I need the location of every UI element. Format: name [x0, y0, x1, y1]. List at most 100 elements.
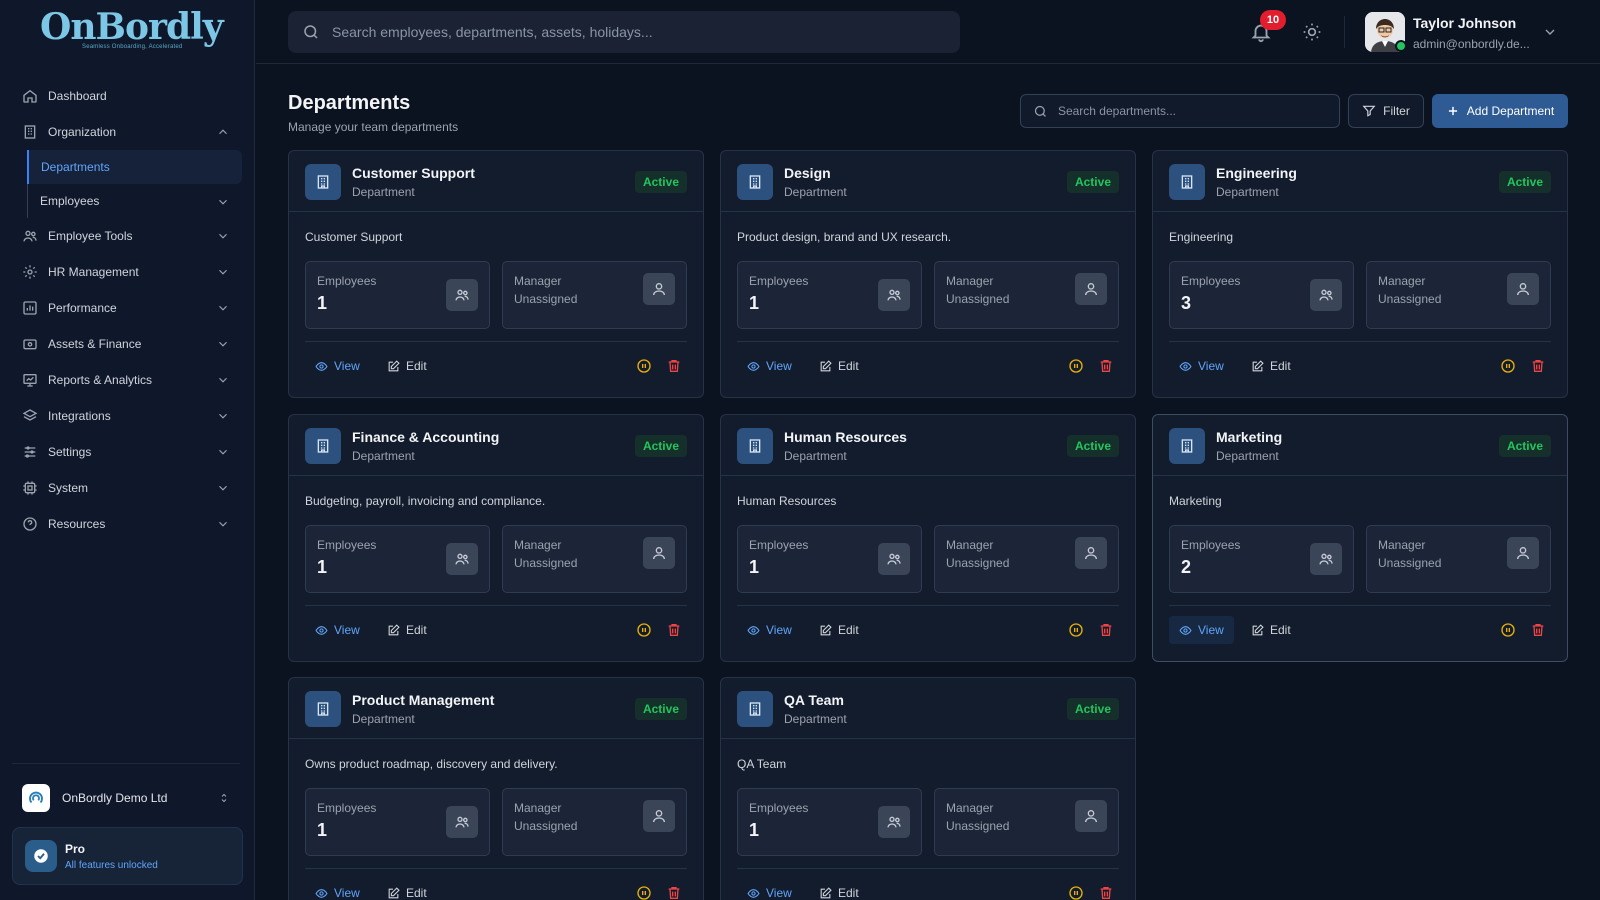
filter-label: Filter	[1383, 104, 1410, 118]
department-card: Customer Support Department Active Custo…	[288, 150, 704, 398]
pause-icon[interactable]	[636, 358, 652, 374]
edit-button[interactable]: Edit	[1241, 352, 1301, 380]
sidebar-item-organization[interactable]: Organization	[12, 114, 242, 150]
pause-icon[interactable]	[636, 885, 652, 900]
employees-count: 1	[749, 293, 760, 313]
manager-label: Manager	[514, 801, 562, 815]
edit-button[interactable]: Edit	[377, 352, 437, 380]
view-button[interactable]: View	[1169, 352, 1234, 380]
employees-stat: Employees 1	[305, 788, 490, 856]
filter-button[interactable]: Filter	[1348, 94, 1424, 128]
sidebar-item-integrations[interactable]: Integrations	[12, 398, 242, 434]
employees-stat: Employees 2	[1169, 525, 1354, 593]
trash-icon[interactable]	[1098, 622, 1114, 638]
view-label: View	[334, 886, 360, 900]
add-department-button[interactable]: Add Department	[1432, 94, 1568, 128]
employees-count: 1	[317, 557, 328, 577]
chevron-down-icon	[219, 341, 227, 347]
global-search[interactable]	[288, 11, 960, 53]
eye-icon	[747, 888, 760, 898]
sidebar-item-label: Dashboard	[48, 89, 107, 103]
sidebar-item-dashboard[interactable]: Dashboard	[12, 78, 242, 114]
edit-icon	[1252, 623, 1264, 635]
pause-icon[interactable]	[1068, 885, 1084, 900]
manager-value: Unassigned	[514, 292, 578, 306]
user-icon	[1507, 537, 1539, 569]
department-card: Design Department Active Product design,…	[720, 150, 1136, 398]
sidebar-item-reports-analytics[interactable]: Reports & Analytics	[12, 362, 242, 398]
users-icon	[446, 279, 478, 311]
edit-button[interactable]: Edit	[809, 352, 869, 380]
user-icon	[643, 273, 675, 305]
sidebar-item-settings[interactable]: Settings	[12, 434, 242, 470]
status-badge: Active	[634, 171, 687, 193]
view-button[interactable]: View	[305, 879, 370, 900]
trash-icon[interactable]	[1530, 622, 1546, 638]
sidebar-item-hr-management[interactable]: HR Management	[12, 254, 242, 290]
view-button[interactable]: View	[305, 352, 370, 380]
view-button[interactable]: View	[305, 616, 370, 644]
view-button[interactable]: View	[737, 879, 802, 900]
department-name: Human Resources	[784, 429, 907, 445]
building-icon	[1169, 428, 1205, 464]
sidebar-item-employees[interactable]: Employees	[28, 184, 242, 218]
chevron-down-icon[interactable]	[1542, 24, 1558, 40]
department-name: Product Management	[352, 692, 495, 708]
view-label: View	[1198, 359, 1224, 373]
trash-icon[interactable]	[1098, 358, 1114, 374]
org-switcher[interactable]: OnBordly Demo Ltd	[12, 776, 242, 820]
edit-button[interactable]: Edit	[809, 879, 869, 900]
trash-icon[interactable]	[666, 622, 682, 638]
organization-submenu: Departments Employees	[27, 150, 242, 218]
trash-icon[interactable]	[666, 358, 682, 374]
eye-icon	[1179, 361, 1192, 371]
user-name[interactable]: Taylor Johnson	[1413, 15, 1516, 31]
pause-icon[interactable]	[1068, 358, 1084, 374]
chevron-up-icon	[219, 129, 227, 135]
trash-icon[interactable]	[1098, 885, 1114, 900]
edit-icon	[388, 886, 400, 898]
edit-button[interactable]: Edit	[377, 616, 437, 644]
card-divider	[305, 868, 687, 869]
chevron-down-icon	[219, 269, 227, 275]
users-icon	[1310, 543, 1342, 575]
trash-icon[interactable]	[666, 885, 682, 900]
sidebar-item-label: Departments	[41, 160, 110, 174]
edit-label: Edit	[1270, 359, 1291, 373]
department-description: Human Resources	[737, 494, 837, 508]
brand-logo[interactable]: OnBordly Seamless Onboarding, Accelerate…	[40, 8, 224, 54]
edit-button[interactable]: Edit	[809, 616, 869, 644]
sidebar-item-performance[interactable]: Performance	[12, 290, 242, 326]
topbar: 10 Taylor Johnson admin@onbordly.de...	[256, 0, 1600, 64]
plan-card[interactable]: Pro All features unlocked	[12, 827, 243, 885]
edit-button[interactable]: Edit	[1241, 616, 1301, 644]
view-button[interactable]: View	[737, 616, 802, 644]
view-button[interactable]: View	[737, 352, 802, 380]
sidebar-item-resources[interactable]: Resources	[12, 506, 242, 542]
manager-stat: Manager Unassigned	[1366, 261, 1551, 329]
sidebar-item-departments[interactable]: Departments	[27, 150, 242, 184]
trash-icon[interactable]	[1530, 358, 1546, 374]
sun-icon[interactable]	[1302, 22, 1322, 42]
department-name: QA Team	[784, 692, 844, 708]
card-header: QA Team Department Active	[721, 678, 1135, 739]
sidebar-item-assets-finance[interactable]: Assets & Finance	[12, 326, 242, 362]
sidebar-item-system[interactable]: System	[12, 470, 242, 506]
view-button[interactable]: View	[1169, 616, 1234, 644]
pause-icon[interactable]	[1500, 358, 1516, 374]
user-icon	[1075, 537, 1107, 569]
status-badge: Active	[1066, 698, 1119, 720]
employees-label: Employees	[749, 274, 809, 288]
sidebar-item-employee-tools[interactable]: Employee Tools	[12, 218, 242, 254]
global-search-input[interactable]	[332, 24, 932, 40]
department-search-input[interactable]	[1057, 104, 1327, 118]
pause-icon[interactable]	[636, 622, 652, 638]
department-search[interactable]	[1020, 94, 1340, 128]
pause-icon[interactable]	[1068, 622, 1084, 638]
topbar-divider	[1344, 16, 1345, 48]
status-badge: Active	[1498, 435, 1551, 457]
edit-button[interactable]: Edit	[377, 879, 437, 900]
pause-icon[interactable]	[1500, 622, 1516, 638]
employees-label: Employees	[749, 538, 809, 552]
department-type: Department	[784, 712, 847, 726]
